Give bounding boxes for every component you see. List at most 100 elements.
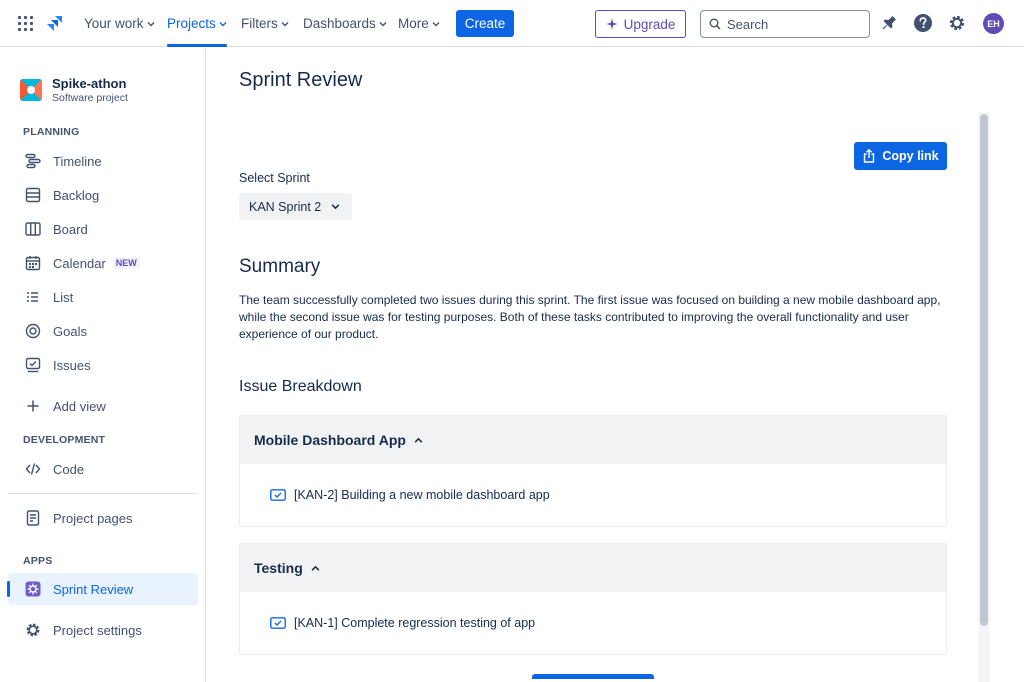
jira-logo-icon[interactable] — [45, 14, 65, 34]
issue-group-card: Testing [KAN-1] Complete regression test… — [239, 543, 947, 655]
list-icon — [24, 288, 42, 306]
upgrade-button[interactable]: Upgrade — [595, 10, 686, 38]
sidebar-item-backlog[interactable]: Backlog — [8, 179, 198, 211]
timeline-icon — [24, 152, 42, 170]
nav-dashboards-label: Dashboards — [303, 16, 376, 31]
sidebar-item-board[interactable]: Board — [8, 213, 198, 245]
project-header[interactable]: Spike-athon Software project — [20, 76, 128, 104]
sidebar-item-label: List — [53, 289, 74, 305]
search-icon — [709, 18, 721, 30]
code-icon — [24, 460, 42, 478]
scrollbar-thumb[interactable] — [980, 114, 988, 626]
copy-link-button[interactable]: Copy link — [854, 142, 947, 170]
sidebar-item-label: Backlog — [53, 187, 100, 203]
sidebar-item-calendar[interactable]: Calendar NEW — [8, 247, 198, 279]
search-box[interactable] — [700, 10, 870, 38]
settings-gear-icon[interactable] — [947, 13, 967, 33]
user-avatar[interactable]: EH — [983, 13, 1004, 34]
sidebar-item-label: Project pages — [53, 510, 133, 526]
calendar-icon — [24, 254, 42, 272]
development-section-label: DEVELOPMENT — [23, 434, 106, 446]
sidebar-item-timeline[interactable]: Timeline — [8, 145, 198, 177]
issue-title: [KAN-2] Building a new mobile dashboard … — [294, 488, 550, 502]
chevron-down-icon — [331, 204, 340, 210]
sidebar-item-sprint-review[interactable]: Sprint Review — [7, 573, 198, 605]
backlog-icon — [24, 186, 42, 204]
main-content: Sprint Review Copy link Select Sprint KA… — [207, 48, 1024, 682]
project-logo-icon — [20, 79, 42, 101]
sidebar-item-list[interactable]: List — [8, 281, 198, 313]
sparkle-icon — [606, 18, 618, 30]
issue-group-title: Testing — [254, 560, 303, 576]
copy-link-label: Copy link — [882, 149, 939, 163]
chevron-down-icon — [379, 21, 387, 26]
issue-group-header[interactable]: Mobile Dashboard App — [240, 416, 946, 464]
sidebar-item-code[interactable]: Code — [8, 453, 198, 485]
select-sprint-label: Select Sprint — [239, 171, 310, 185]
chevron-down-icon — [281, 21, 289, 26]
notifications-icon[interactable] — [879, 13, 899, 33]
project-type: Software project — [52, 92, 128, 104]
apps-section-label: APPS — [23, 555, 53, 567]
app-switcher-icon[interactable] — [18, 16, 33, 31]
create-button[interactable]: Create — [456, 10, 514, 37]
upgrade-label: Upgrade — [623, 16, 676, 32]
sprint-review-app-icon — [24, 580, 42, 598]
nav-projects-label: Projects — [167, 16, 216, 31]
nav-filters-label: Filters — [241, 16, 278, 31]
issue-group-header[interactable]: Testing — [240, 544, 946, 592]
page-icon — [24, 509, 42, 527]
nav-projects[interactable]: Projects — [167, 0, 227, 47]
help-icon[interactable] — [913, 13, 933, 33]
chevron-up-icon — [311, 565, 320, 571]
sidebar-item-label: Board — [53, 221, 88, 237]
board-icon — [24, 220, 42, 238]
sidebar-item-project-pages[interactable]: Project pages — [8, 502, 198, 534]
summary-text: The team successfully completed two issu… — [239, 293, 941, 341]
issue-item[interactable]: [KAN-2] Building a new mobile dashboard … — [240, 464, 946, 526]
issue-breakdown-heading: Issue Breakdown — [239, 378, 362, 395]
nav-your-work[interactable]: Your work — [84, 0, 155, 47]
new-badge: NEW — [112, 257, 140, 269]
sidebar-item-add-view[interactable]: Add view — [8, 390, 198, 422]
chevron-up-icon — [414, 437, 423, 443]
sidebar-item-label: Code — [53, 461, 85, 477]
sidebar-item-label: Calendar — [53, 255, 106, 271]
issue-group-card: Mobile Dashboard App [KAN-2] Building a … — [239, 415, 947, 527]
sidebar-item-label: Sprint Review — [53, 581, 134, 597]
sidebar-item-project-settings[interactable]: Project settings — [8, 614, 198, 646]
issue-story-icon — [270, 617, 286, 629]
share-icon — [864, 149, 875, 163]
sidebar-divider — [8, 493, 198, 494]
sidebar-item-label: Timeline — [53, 153, 102, 169]
search-input[interactable] — [727, 16, 857, 32]
nav-your-work-label: Your work — [84, 16, 144, 31]
issues-icon — [24, 356, 42, 374]
plus-icon — [24, 397, 42, 415]
nav-dashboards[interactable]: Dashboards — [303, 0, 387, 47]
nav-filters[interactable]: Filters — [241, 0, 289, 47]
gear-icon — [24, 621, 42, 639]
goals-target-icon — [24, 322, 42, 340]
project-sidebar: Spike-athon Software project PLANNING Ti… — [0, 48, 206, 682]
selected-sprint-value: KAN Sprint 2 — [249, 199, 322, 214]
sidebar-item-goals[interactable]: Goals — [8, 315, 198, 347]
project-name: Spike-athon — [52, 76, 127, 91]
summary-heading: Summary — [239, 256, 321, 277]
nav-more[interactable]: More — [398, 0, 440, 47]
sidebar-item-label: Add view — [53, 398, 106, 414]
planning-section-label: PLANNING — [23, 126, 80, 138]
issue-item[interactable]: [KAN-1] Complete regression testing of a… — [240, 592, 946, 654]
chevron-down-icon — [219, 21, 227, 26]
issue-title: [KAN-1] Complete regression testing of a… — [294, 616, 536, 630]
sidebar-item-issues[interactable]: Issues — [8, 349, 198, 381]
sidebar-item-label: Issues — [53, 357, 91, 373]
nav-more-label: More — [398, 16, 429, 31]
issue-story-icon — [270, 489, 286, 501]
issue-group-title: Mobile Dashboard App — [254, 432, 406, 448]
bottom-action-bar[interactable] — [532, 674, 654, 679]
top-navigation: Your work Projects Filters Dashboards Mo… — [0, 0, 1024, 47]
sprint-select-dropdown[interactable]: KAN Sprint 2 — [239, 193, 352, 220]
chevron-down-icon — [147, 21, 155, 26]
chevron-down-icon — [432, 21, 440, 26]
